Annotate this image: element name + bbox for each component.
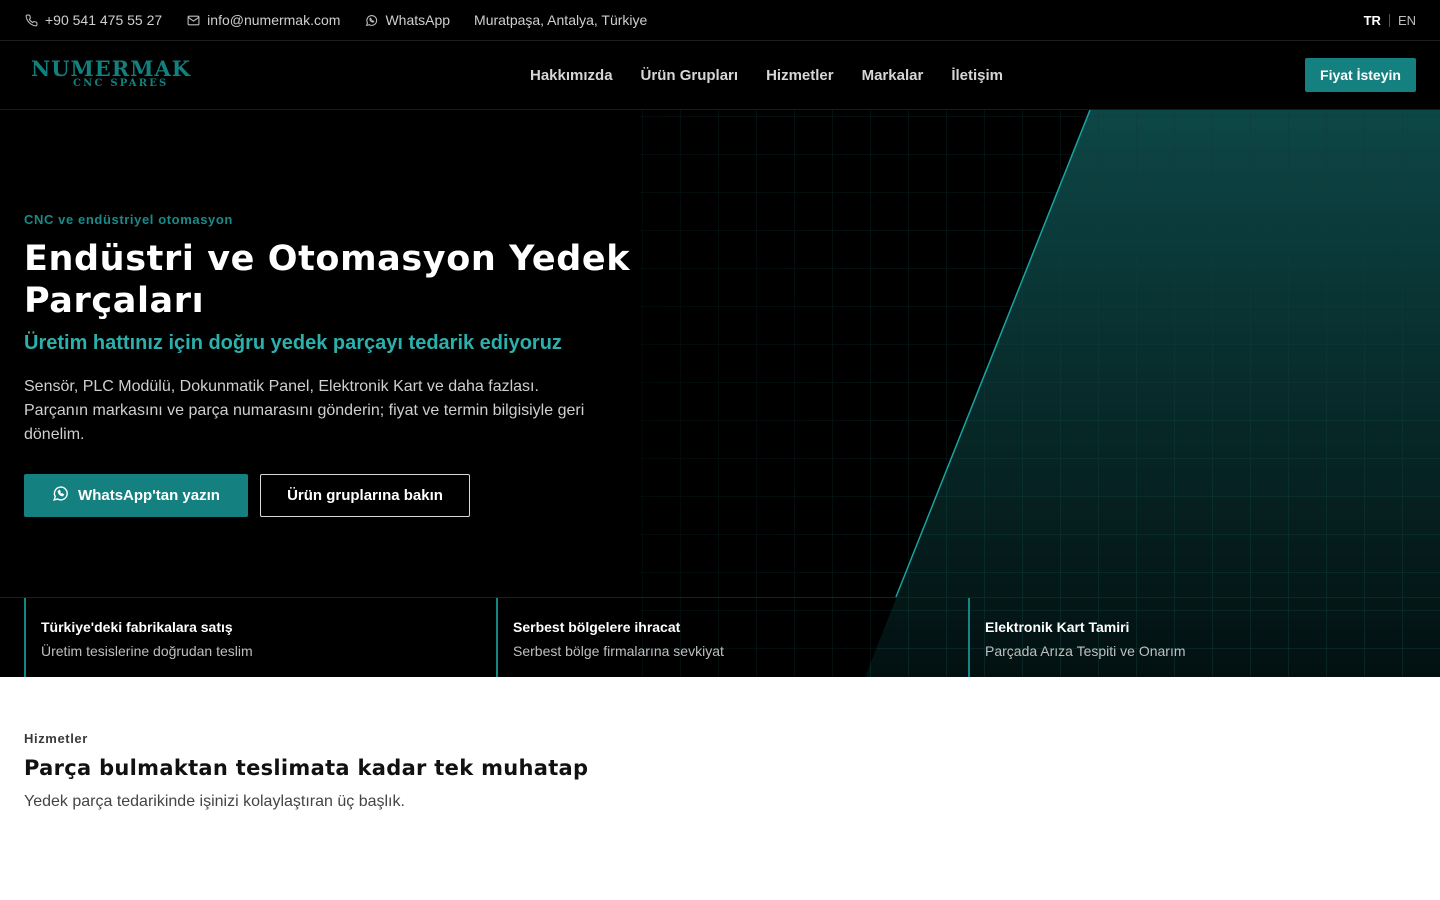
nav-item-hizmetler[interactable]: Hizmetler	[766, 67, 834, 84]
main-navbar: NUMERMAK CNC SPARES Hakkımızda Ürün Grup…	[0, 41, 1440, 110]
lang-divider	[1388, 13, 1390, 27]
feature-strip: Türkiye'deki fabrikalara satış Üretim te…	[0, 597, 1440, 677]
feature-accent-bar	[968, 598, 970, 677]
nav-item-urun-gruplari[interactable]: Ürün Grupları	[641, 67, 739, 84]
whatsapp-text: WhatsApp	[385, 12, 451, 28]
location-text: Muratpaşa, Antalya, Türkiye	[474, 12, 647, 28]
lang-tr-link[interactable]: TR	[1364, 13, 1381, 28]
location-label: Muratpaşa, Antalya, Türkiye	[474, 12, 648, 28]
hero-description: Sensör, PLC Modülü, Dokunmatik Panel, El…	[24, 378, 585, 443]
feature-title: Elektronik Kart Tamiri	[985, 619, 1130, 635]
phone-text: +90 541 475 55 27	[45, 12, 163, 28]
services-title: Parça bulmaktan teslimata kadar tek muha…	[24, 756, 589, 780]
hero-section: CNC ve endüstriyel otomasyon Endüstri ve…	[0, 110, 1440, 677]
logo-tagline: CNC SPARES	[73, 78, 169, 89]
whatsapp-icon	[364, 13, 378, 27]
feature-text: Parçada Arıza Tespiti ve Onarım	[985, 643, 1186, 659]
phone-icon	[24, 13, 38, 27]
whatsapp-button-label: WhatsApp'tan yazın	[78, 487, 220, 504]
hero-eyebrow: CNC ve endüstriyel otomasyon	[24, 212, 233, 227]
hero-subtitle: Üretim hattınız için doğru yedek parçayı…	[24, 332, 562, 354]
phone-contact[interactable]: +90 541 475 55 27	[24, 12, 162, 28]
top-contact-bar: +90 541 475 55 27 info@numermak.com What…	[0, 0, 1440, 41]
whatsapp-button[interactable]: WhatsApp'tan yazın	[24, 474, 248, 517]
services-section: Hizmetler Parça bulmaktan teslimata kada…	[0, 677, 1440, 900]
whatsapp-contact[interactable]: WhatsApp	[364, 12, 450, 28]
feature-accent-bar	[24, 598, 26, 677]
hero-title: Endüstri ve Otomasyon Yedek Parçaları	[24, 239, 631, 321]
logo-wordmark: NUMERMAK	[31, 56, 192, 81]
lang-en-link[interactable]: EN	[1398, 13, 1416, 28]
feature-title: Serbest bölgelere ihracat	[513, 619, 681, 635]
services-text: Yedek parça tedarikinde işinizi kolaylaş…	[24, 793, 405, 810]
email-contact[interactable]: info@numermak.com	[186, 12, 340, 28]
feature-text: Serbest bölge firmalarına sevkiyat	[513, 643, 724, 659]
nav-item-iletisim[interactable]: İletişim	[951, 67, 1003, 84]
feature-item: Elektronik Kart Tamiri Parçada Arıza Tes…	[968, 598, 1440, 677]
language-switcher: TR EN	[1364, 13, 1416, 28]
whatsapp-icon	[52, 485, 69, 506]
services-label: Hizmetler	[24, 731, 88, 746]
nav-menu: Hakkımızda Ürün Grupları Hizmetler Marka…	[530, 41, 1003, 109]
feature-text: Üretim tesislerine doğrudan teslim	[41, 643, 253, 659]
feature-item: Serbest bölgelere ihracat Serbest bölge …	[496, 598, 968, 677]
mail-icon	[186, 13, 200, 27]
feature-title: Türkiye'deki fabrikalara satış	[41, 619, 233, 635]
request-quote-button[interactable]: Fiyat İsteyin	[1305, 58, 1416, 92]
nav-item-hakkimizda[interactable]: Hakkımızda	[530, 67, 613, 84]
feature-item: Türkiye'deki fabrikalara satış Üretim te…	[24, 598, 496, 677]
nav-item-markalar[interactable]: Markalar	[862, 67, 924, 84]
brand-logo[interactable]: NUMERMAK CNC SPARES	[31, 58, 231, 94]
email-text: info@numermak.com	[207, 12, 341, 28]
feature-accent-bar	[496, 598, 498, 677]
product-groups-button[interactable]: Ürün gruplarına bakın	[260, 474, 470, 517]
